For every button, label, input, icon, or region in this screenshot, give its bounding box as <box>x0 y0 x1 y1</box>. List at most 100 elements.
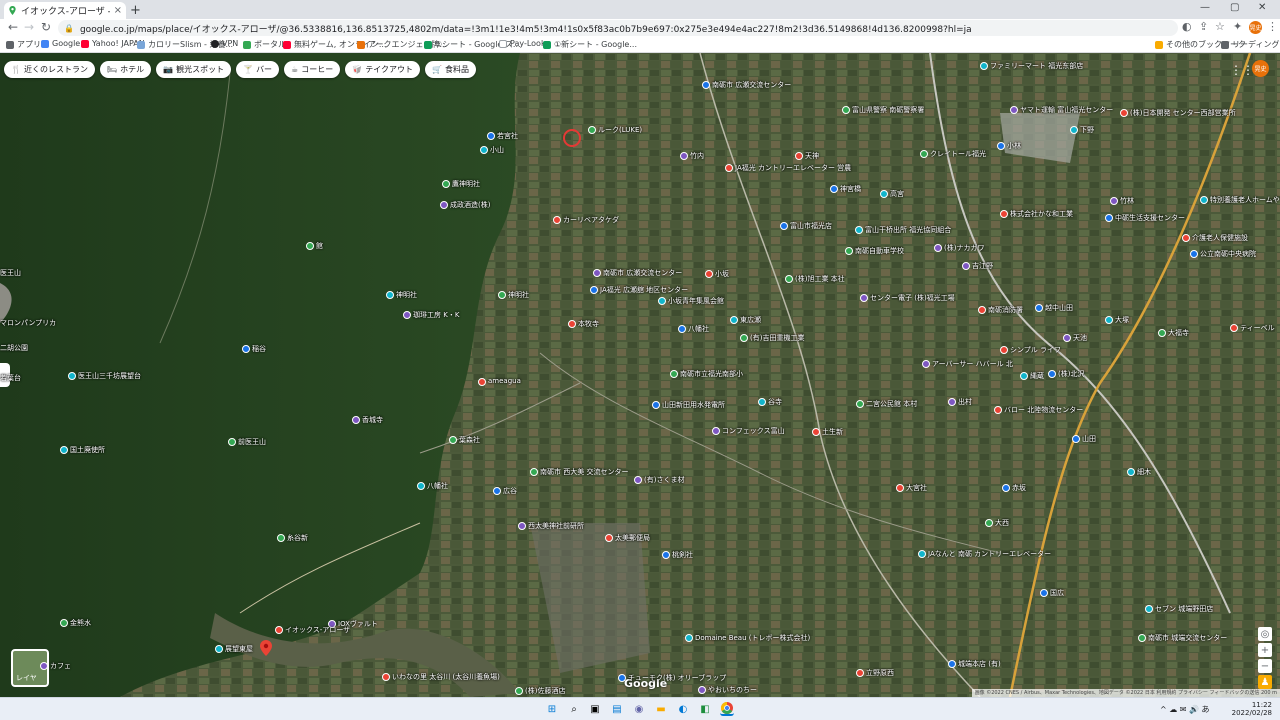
map-poi-pin-icon[interactable] <box>1145 605 1153 613</box>
forward-arrow-icon[interactable]: → <box>24 20 34 34</box>
map-poi-pin-icon[interactable] <box>845 247 853 255</box>
map-poi-pin-icon[interactable] <box>997 142 1005 150</box>
map-poi-pin-icon[interactable] <box>920 150 928 158</box>
map-poi-pin-icon[interactable] <box>948 398 956 406</box>
map-poi-label[interactable]: 縄蔵 <box>1030 371 1044 381</box>
map-poi-pin-icon[interactable] <box>785 275 793 283</box>
map-poi-pin-icon[interactable] <box>449 436 457 444</box>
map-poi-pin-icon[interactable] <box>403 311 411 319</box>
map-poi-label[interactable]: 土生新 <box>822 427 843 437</box>
map-poi-label[interactable]: 富山市福光店 <box>790 221 832 231</box>
new-tab-button[interactable]: + <box>130 3 141 18</box>
map-poi-pin-icon[interactable] <box>1002 484 1010 492</box>
map-poi-pin-icon[interactable] <box>1182 234 1190 242</box>
map-poi-label[interactable]: 広谷 <box>503 486 517 496</box>
map-poi-pin-icon[interactable] <box>442 180 450 188</box>
bookmark-star-icon[interactable]: ☆ <box>1215 20 1225 33</box>
map-poi-pin-icon[interactable] <box>994 406 1002 414</box>
map-poi-label[interactable]: 小坂青年集風会館 <box>668 296 724 306</box>
map-poi-pin-icon[interactable] <box>1000 210 1008 218</box>
map-poi-label[interactable]: ファミリーマート 福光东部店 <box>990 61 1083 71</box>
map-poi-label[interactable]: (株)ナカガワ <box>944 243 984 253</box>
map-poi-label[interactable]: セブン 城端野田店 <box>1155 604 1213 614</box>
selected-place-pin-icon[interactable] <box>260 640 272 656</box>
map-poi-label[interactable]: ameagua <box>488 377 521 385</box>
map-poi-label[interactable]: 館 <box>316 241 323 251</box>
map-poi-pin-icon[interactable] <box>1010 106 1018 114</box>
map-poi-label[interactable]: 桃剣社 <box>672 550 693 560</box>
map-poi-label[interactable]: ティーベル <box>1240 323 1275 333</box>
map-poi-label[interactable]: 介護老人保健施設 <box>1192 233 1248 243</box>
tab-close-icon[interactable]: × <box>114 5 122 16</box>
map-poi-pin-icon[interactable] <box>678 325 686 333</box>
map-poi-label[interactable]: 八幡社 <box>688 324 709 334</box>
map-attribution[interactable]: 画像 ©2022 CNES / Airbus、Maxar Technologie… <box>971 689 1280 697</box>
map-poi-label[interactable]: 竹林 <box>1120 196 1134 206</box>
map-poi-label[interactable]: 立野原西 <box>866 668 894 678</box>
map-poi-pin-icon[interactable] <box>662 551 670 559</box>
map-poi-pin-icon[interactable] <box>590 286 598 294</box>
map-poi-label[interactable]: カフェ <box>50 661 71 671</box>
map-poi-pin-icon[interactable] <box>918 550 926 558</box>
map-poi-label[interactable]: 医王山三千坊展望台 <box>78 371 141 381</box>
minimize-button[interactable]: — <box>1200 2 1210 13</box>
map-poi-pin-icon[interactable] <box>1230 324 1238 332</box>
map-poi-pin-icon[interactable] <box>680 152 688 160</box>
map-poi-label[interactable]: JA福光 カントリーエレベーター 営農 <box>735 163 851 173</box>
map-poi-label[interactable]: 小林 <box>1007 141 1021 151</box>
map-poi-label[interactable]: 小坂 <box>715 269 729 279</box>
map-poi-label[interactable]: 山田新田用水発電所 <box>662 400 725 410</box>
map-poi-pin-icon[interactable] <box>1040 589 1048 597</box>
map-poi-pin-icon[interactable] <box>962 262 970 270</box>
share-icon[interactable]: ⇪ <box>1199 20 1208 33</box>
map-poi-label[interactable]: 南砺市 広瀬交流センター <box>712 80 791 90</box>
map-poi-label[interactable]: 南砺市 広瀬交流センター <box>603 268 682 278</box>
map-poi-label[interactable]: 葉森社 <box>459 435 480 445</box>
map-poi-label[interactable]: クレイトール福光 <box>930 149 986 159</box>
map-poi-label[interactable]: 下野 <box>1080 125 1094 135</box>
search-icon[interactable]: ⌕ <box>567 702 581 716</box>
map-poi-label[interactable]: 細木 <box>1137 467 1151 477</box>
google-lens-icon[interactable]: ◐ <box>1182 20 1192 33</box>
map-poi-pin-icon[interactable] <box>553 216 561 224</box>
map-poi-label[interactable]: 二宮公民館 本村 <box>866 399 917 409</box>
map-poi-label[interactable]: アーバーサー ハバール 北 <box>932 359 1013 369</box>
map-poi-label[interactable]: (株)佐藤酒店 <box>525 686 565 696</box>
map-poi-label[interactable]: 中砺生活支援センター <box>1115 213 1185 223</box>
chip-hotels[interactable]: 🛏 ホテル <box>99 61 152 78</box>
map-poi-pin-icon[interactable] <box>1138 634 1146 642</box>
bookmark-portal[interactable]: ポータル <box>243 39 286 50</box>
map-poi-pin-icon[interactable] <box>1127 468 1135 476</box>
store-icon[interactable]: ◧ <box>698 702 712 716</box>
map-poi-pin-icon[interactable] <box>658 297 666 305</box>
map-poi-label[interactable]: 二胡公園 <box>0 343 28 353</box>
map-poi-pin-icon[interactable] <box>856 669 864 677</box>
map-poi-label[interactable]: 城端本店 (有) <box>958 659 1001 669</box>
map-poi-pin-icon[interactable] <box>1000 346 1008 354</box>
map-poi-pin-icon[interactable] <box>896 484 904 492</box>
map-poi-label[interactable]: バロー 北陸物流センター <box>1004 405 1083 415</box>
reload-icon[interactable]: ↻ <box>41 20 51 34</box>
reading-list[interactable]: リーディング リスト <box>1221 39 1280 50</box>
map-poi-label[interactable]: (株)北沢 <box>1058 369 1084 379</box>
bookmark-yahoo[interactable]: Yahoo! JAPAN <box>81 39 145 48</box>
map-poi-label[interactable]: 糸谷新 <box>287 533 308 543</box>
chrome-icon[interactable] <box>720 702 734 716</box>
map-poi-pin-icon[interactable] <box>652 401 660 409</box>
map-poi-label[interactable]: 出村 <box>958 397 972 407</box>
map-poi-label[interactable]: 小山 <box>490 145 504 155</box>
map-poi-pin-icon[interactable] <box>618 674 626 682</box>
map-poi-label[interactable]: 公立南砺中央病院 <box>1200 249 1256 259</box>
map-poi-pin-icon[interactable] <box>40 662 48 670</box>
map-poi-pin-icon[interactable] <box>1105 214 1113 222</box>
map-poi-label[interactable]: 南砺市 西大美 交流センター <box>540 467 628 477</box>
map-poi-pin-icon[interactable] <box>860 294 868 302</box>
map-poi-pin-icon[interactable] <box>215 645 223 653</box>
map-poi-pin-icon[interactable] <box>493 487 501 495</box>
map-poi-label[interactable]: 富山干桥出所 福光協同組合 <box>865 225 951 235</box>
map-poi-pin-icon[interactable] <box>758 398 766 406</box>
map-poi-pin-icon[interactable] <box>855 226 863 234</box>
map-poi-label[interactable]: 若葉台 <box>0 373 21 383</box>
map-poi-pin-icon[interactable] <box>725 164 733 172</box>
chip-attractions[interactable]: 📷 観光スポット <box>156 61 232 78</box>
